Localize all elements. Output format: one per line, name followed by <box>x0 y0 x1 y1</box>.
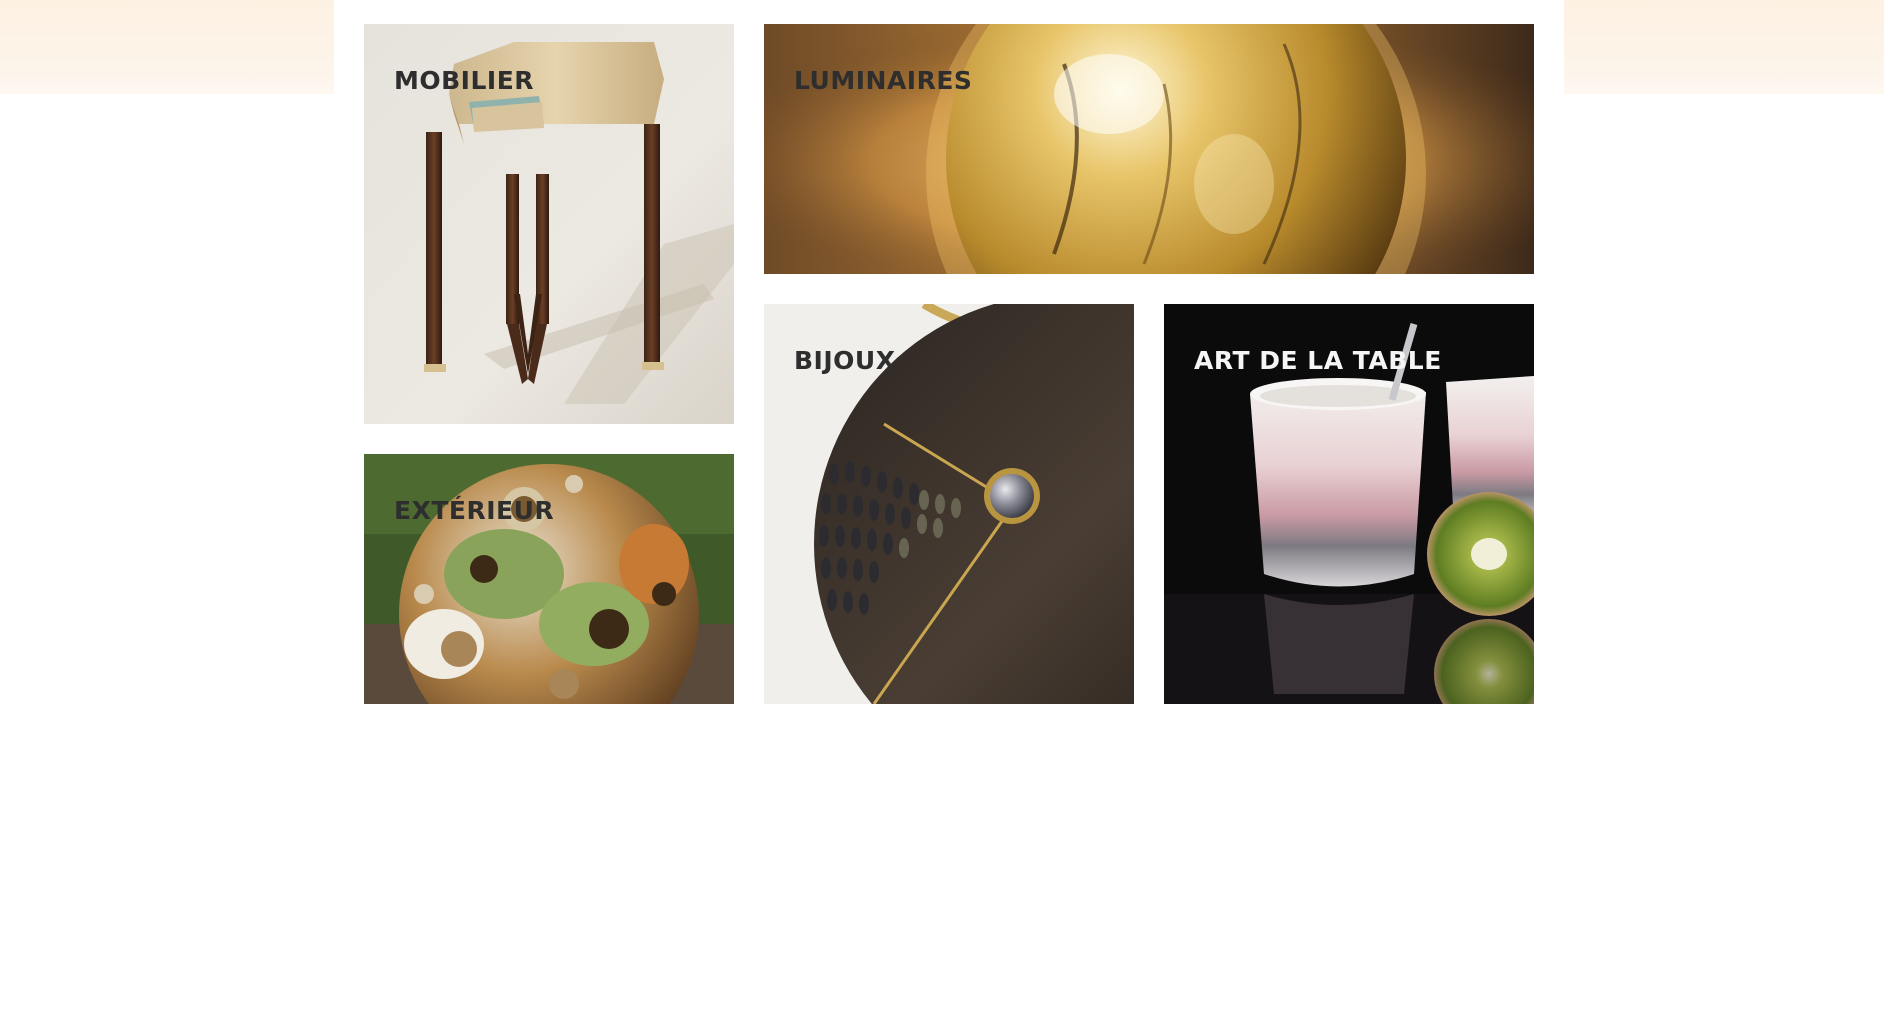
category-label-exterieur: EXTÉRIEUR <box>394 496 555 525</box>
category-tile-bijoux[interactable]: BIJOUX <box>764 304 1134 704</box>
category-grid: MOBILIER LUMINAIRES EXTÉRIEUR BIJOUX ART… <box>334 0 1564 1024</box>
category-label-art-de-la-table: ART DE LA TABLE <box>1194 346 1442 375</box>
category-tile-exterieur[interactable]: EXTÉRIEUR <box>364 454 734 704</box>
category-label-bijoux: BIJOUX <box>794 346 896 375</box>
category-label-luminaires: LUMINAIRES <box>794 66 973 95</box>
perforated-ceramic-sphere-image <box>364 454 734 704</box>
category-tile-art-de-la-table[interactable]: ART DE LA TABLE <box>1164 304 1534 704</box>
category-label-mobilier: MOBILIER <box>394 66 535 95</box>
category-tile-mobilier[interactable]: MOBILIER <box>364 24 734 424</box>
header-band-left <box>0 0 334 94</box>
page: MOBILIER LUMINAIRES EXTÉRIEUR BIJOUX ART… <box>0 0 1884 1024</box>
golden-sphere-lamp-image <box>764 24 1534 274</box>
category-tile-luminaires[interactable]: LUMINAIRES <box>764 24 1534 274</box>
header-band-right <box>1564 0 1884 94</box>
